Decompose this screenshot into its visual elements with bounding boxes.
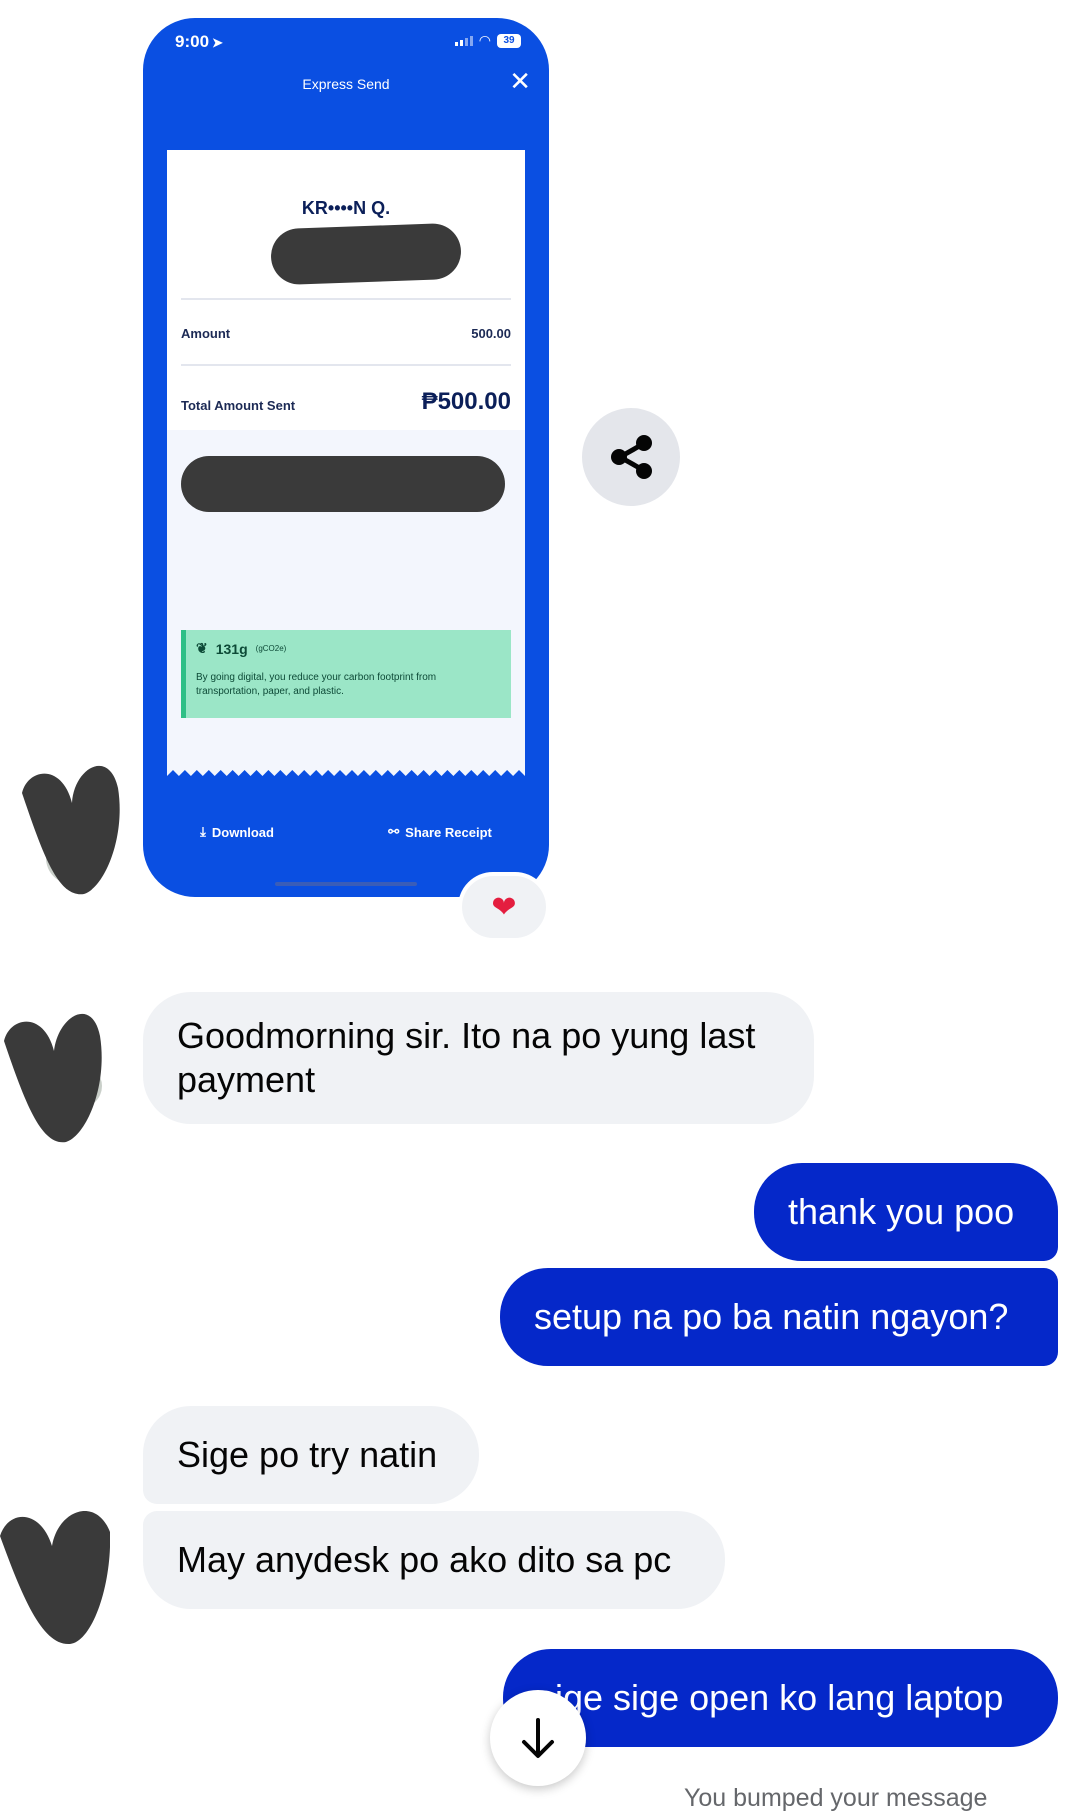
close-icon: ✕ [509, 66, 531, 96]
avatar[interactable] [0, 996, 110, 1146]
receipt-header-title: Express Send [302, 76, 390, 92]
receipt-screenshot-image[interactable]: 9:00 ➤ ◠ 39 Express Send ✕ KR••••N Q. Amo… [143, 18, 549, 897]
total-value: ₱500.00 [421, 388, 511, 415]
divider [181, 298, 511, 300]
home-indicator [275, 882, 417, 886]
share-receipt-action: ⚯ Share Receipt [388, 824, 492, 840]
recipient-name: KR••••N Q. [301, 198, 391, 218]
message-bubble-outgoing[interactable]: setup na po ba natin ngayon? [500, 1268, 1058, 1366]
share-button[interactable] [582, 408, 680, 506]
carbon-text: By going digital, you reduce your carbon… [196, 672, 437, 697]
location-arrow-icon: ➤ [212, 35, 223, 50]
share-icon [611, 435, 652, 479]
divider [181, 364, 511, 366]
battery-icon: 39 [497, 33, 521, 48]
total-label: Total Amount Sent [181, 398, 296, 413]
download-icon: ⤓ [200, 824, 206, 839]
message-bubble-incoming[interactable]: Sige po try natin [143, 1406, 479, 1504]
receipt-actions: ⤓ Download ⚯ Share Receipt [143, 824, 549, 840]
message-bubble-outgoing[interactable]: thank you poo [754, 1163, 1058, 1261]
status-time: 9:00 ➤ [175, 32, 223, 51]
amount-value: 500.00 [471, 326, 511, 341]
redacted-reference [181, 456, 505, 512]
leaf-icon: ❦ [196, 640, 208, 656]
scroll-to-bottom-button[interactable] [490, 1690, 586, 1786]
download-action: ⤓ Download [200, 824, 274, 840]
carbon-value: 131g [215, 640, 248, 657]
receipt-card: KR••••N Q. Amount 500.00 Total Amount Se… [167, 150, 525, 790]
share-icon-small: ⚯ [388, 824, 400, 839]
wifi-icon: ◠ [478, 32, 491, 48]
signal-icon [454, 35, 473, 46]
status-icons: ◠ 39 [454, 32, 521, 49]
message-bubble-outgoing[interactable]: sige sige open ko lang laptop [503, 1649, 1058, 1747]
avatar[interactable] [14, 748, 124, 898]
arrow-down-icon [522, 1718, 554, 1758]
bumped-notice: You bumped your message [684, 1784, 988, 1812]
redacted-phone-number [270, 222, 462, 286]
carbon-footprint-banner: ❦ 131g (gCO2e) By going digital, you red… [181, 630, 511, 718]
message-bubble-incoming[interactable]: Goodmorning sir. Ito na po yung last pay… [143, 992, 814, 1124]
heart-icon: ❤ [491, 890, 517, 924]
avatar[interactable] [0, 1496, 110, 1646]
carbon-unit: (gCO2e) [255, 644, 287, 653]
amount-label: Amount [181, 326, 231, 341]
message-bubble-incoming[interactable]: May anydesk po ako dito sa pc [143, 1511, 725, 1609]
heart-reaction[interactable]: ❤ [462, 876, 546, 938]
receipt-zigzag-edge [167, 770, 525, 790]
